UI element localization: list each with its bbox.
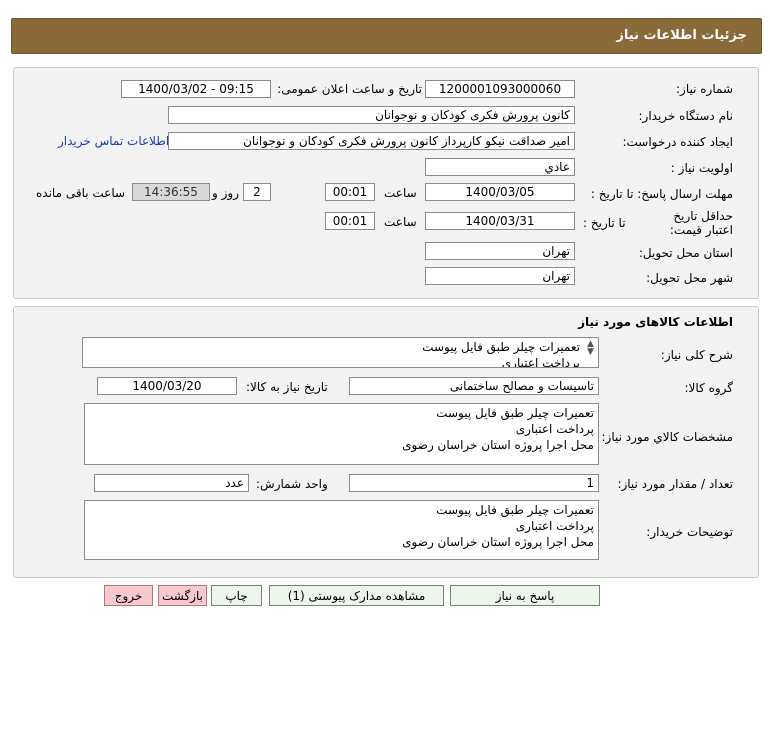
buyer-org-field: کانون پرورش فکری کودکان و نوجوانان <box>168 106 575 124</box>
remaining-time-field: 14:36:55 <box>132 183 210 201</box>
city-label: شهر محل تحویل: <box>646 271 733 285</box>
requester-field: امیر صداقت نیکو کارپرداز کانون پرورش فکر… <box>168 132 575 150</box>
priority-field: عادي <box>425 158 575 176</box>
page-title: جزئیات اطلاعات نیاز <box>616 28 747 43</box>
announce-field: 1400/03/02 - 09:15 <box>121 80 271 98</box>
page-header: جزئیات اطلاعات نیاز <box>11 18 762 54</box>
summary-field: تعمیرات چیلر طبق فایل پیوست پرداخت اعتبا… <box>82 337 599 368</box>
deadline-time-field: 00:01 <box>325 183 375 201</box>
print-button[interactable]: چاپ <box>211 585 262 606</box>
need-number-field: 1200001093000060 <box>425 80 575 98</box>
need-date-field: 1400/03/20 <box>97 377 237 395</box>
days-label: روز و <box>212 186 239 200</box>
need-number-label: شماره نیاز: <box>676 82 733 96</box>
back-button[interactable]: بازگشت <box>158 585 207 606</box>
reply-button[interactable]: پاسخ به نیاز <box>450 585 600 606</box>
province-field: تهران <box>425 242 575 260</box>
scroll-arrows-icon[interactable]: ▲ ▼ <box>587 340 594 357</box>
city-field: تهران <box>425 267 575 285</box>
summary-label: شرح کلی نیاز: <box>660 348 733 362</box>
deadline-label: مهلت ارسال پاسخ: تا تاریخ : <box>590 187 733 201</box>
attachments-button[interactable]: مشاهده مدارک پیوستی (1) <box>269 585 444 606</box>
validity-date-field: 1400/03/31 <box>425 212 575 230</box>
buyer-contact-link[interactable]: اطلاعات تماس خریدار <box>58 134 169 148</box>
group-label: گروه کالا: <box>684 381 734 395</box>
need-date-label: تاریخ نیاز به کالا: <box>246 380 328 394</box>
days-field: 2 <box>243 183 271 201</box>
unit-label: واحد شمارش: <box>256 477 328 491</box>
buyer-notes-label: توضیحات خریدار: <box>646 525 733 539</box>
qty-field: 1 <box>349 474 599 492</box>
announce-label: تاریخ و ساعت اعلان عمومی: <box>277 82 422 96</box>
qty-label: تعداد / مقدار مورد نیاز: <box>617 477 733 491</box>
buyer-notes-field: تعمیرات چیلر طبق فایل پیوست پرداخت اعتبا… <box>84 500 599 560</box>
unit-field: عدد <box>94 474 249 492</box>
validity-label: حداقل تاریخ اعتبار قیمت: <box>669 209 733 237</box>
validity-to-label: تا تاریخ : <box>583 216 626 230</box>
validity-time-label: ساعت <box>384 215 417 229</box>
priority-label: اولویت نیاز : <box>670 161 733 175</box>
remaining-label: ساعت باقی مانده <box>36 186 126 200</box>
exit-button[interactable]: خروج <box>104 585 153 606</box>
need-info-panel <box>13 67 759 299</box>
spec-field: تعمیرات چیلر طبق فایل پیوست پرداخت اعتبا… <box>84 403 599 465</box>
goods-section-title: اطلاعات کالاهای مورد نیاز <box>578 315 733 329</box>
deadline-time-label: ساعت <box>384 186 417 200</box>
group-field: تاسیسات و مصالح ساختمانی <box>349 377 599 395</box>
deadline-date-field: 1400/03/05 <box>425 183 575 201</box>
requester-label: ایجاد کننده درخواست: <box>622 135 733 149</box>
spec-label: مشخصات کالاي مورد نياز: <box>601 430 733 444</box>
validity-time-field: 00:01 <box>325 212 375 230</box>
province-label: استان محل تحویل: <box>638 246 733 260</box>
buyer-org-label: نام دستگاه خریدار: <box>638 109 734 123</box>
